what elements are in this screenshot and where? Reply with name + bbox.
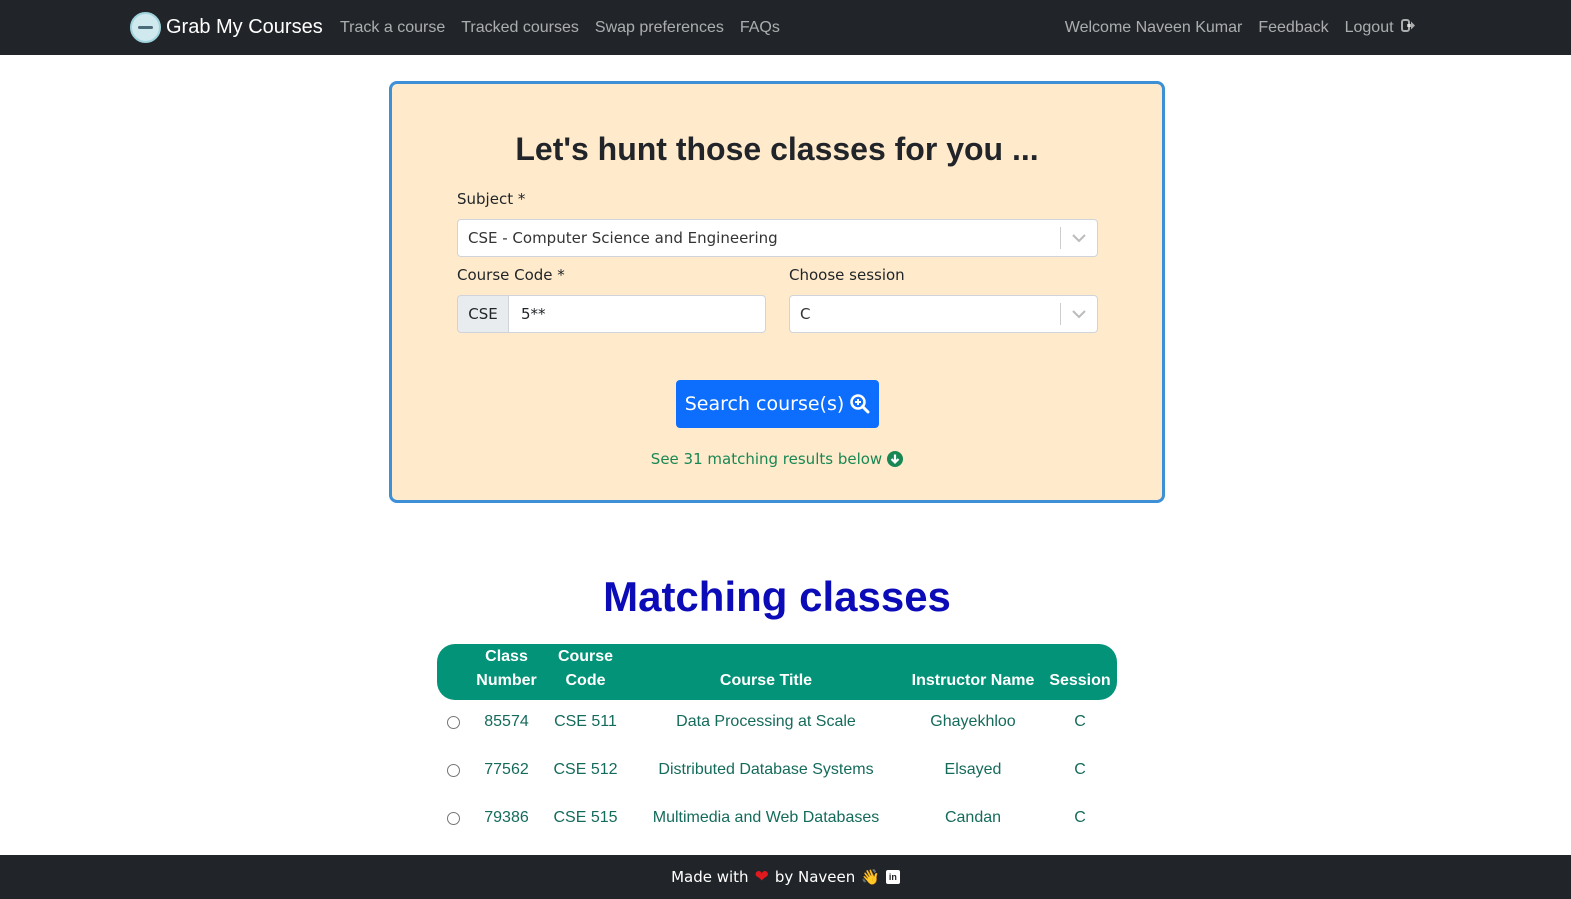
table-row[interactable]: 77562 CSE 512 Distributed Database Syste… <box>437 746 1117 794</box>
nav-feedback[interactable]: Feedback <box>1258 19 1328 37</box>
chevron-down-icon <box>1061 309 1097 319</box>
nav-logout[interactable]: Logout <box>1344 18 1416 37</box>
header-course-title: Course Title <box>719 672 813 689</box>
welcome-user[interactable]: Welcome Naveen Kumar <box>1065 19 1243 37</box>
matching-classes-title: Matching classes <box>603 573 951 620</box>
logout-icon <box>1401 18 1416 35</box>
header-class-number-line2: Number <box>476 672 537 689</box>
nav-track-course[interactable]: Track a course <box>340 19 445 37</box>
header-course-code: Course Code <box>548 645 623 693</box>
session-label: Choose session <box>789 266 905 284</box>
cell-course-title: Multimedia and Web Databases <box>652 809 880 826</box>
results-table-header: Class Number Course Code Course Title In… <box>437 644 1117 700</box>
cell-session: C <box>1074 809 1086 826</box>
row-radio[interactable] <box>446 763 460 777</box>
header-course-code-line1: Course <box>557 648 614 665</box>
brand-name: Grab My Courses <box>166 15 323 38</box>
wave-icon: 👋 <box>861 868 880 886</box>
course-code-input[interactable] <box>509 295 766 333</box>
session-value: C <box>800 305 811 323</box>
course-code-prefix: CSE <box>457 295 509 333</box>
linkedin-icon[interactable]: in <box>885 870 900 884</box>
cell-instructor: Candan <box>944 809 1002 826</box>
nav-links: Track a course Tracked courses Swap pref… <box>340 0 796 55</box>
header-course-code-line2: Code <box>565 672 606 689</box>
cell-session: C <box>1074 713 1086 730</box>
cell-class-number: 79386 <box>484 809 529 826</box>
search-button-label: Search course(s) <box>684 393 845 415</box>
arrow-circle-down-icon <box>887 451 904 467</box>
subject-select[interactable]: CSE - Computer Science and Engineering <box>457 219 1098 257</box>
cell-class-number: 85574 <box>484 713 529 730</box>
results-hint[interactable]: See 31 matching results below <box>392 450 1162 468</box>
subject-value: CSE - Computer Science and Engineering <box>468 229 778 247</box>
navbar: Grab My Courses Track a course Tracked c… <box>0 0 1571 55</box>
cell-course-code: CSE 515 <box>553 809 618 826</box>
nav-user: Welcome Naveen Kumar Feedback Logout <box>1049 0 1416 55</box>
nav-swap-preferences[interactable]: Swap preferences <box>595 19 724 37</box>
cell-instructor: Ghayekhloo <box>930 713 1016 730</box>
nav-tracked-courses[interactable]: Tracked courses <box>461 19 579 37</box>
chevron-down-icon <box>1061 233 1097 243</box>
header-class-number: Class Number <box>469 645 544 693</box>
cell-course-code: CSE 511 <box>554 713 617 730</box>
session-select[interactable]: C <box>789 295 1098 333</box>
header-instructor: Instructor Name <box>911 672 1035 689</box>
course-code-group: CSE <box>457 295 766 333</box>
cell-class-number: 77562 <box>484 761 529 778</box>
cell-course-title: Data Processing at Scale <box>676 713 856 730</box>
row-radio[interactable] <box>446 715 460 729</box>
search-card: Let's hunt those classes for you ... Sub… <box>389 81 1165 503</box>
logout-label: Logout <box>1344 18 1394 36</box>
brand-link[interactable]: Grab My Courses <box>130 11 323 43</box>
cell-instructor: Elsayed <box>944 761 1002 778</box>
cell-course-code: CSE 512 <box>553 761 618 778</box>
footer-by: by Naveen <box>774 868 856 886</box>
table-row[interactable]: 79386 CSE 515 Multimedia and Web Databas… <box>437 794 1117 842</box>
course-code-label: Course Code * <box>457 266 565 284</box>
footer-made-with: Made with <box>671 868 749 886</box>
subject-label: Subject * <box>457 190 526 208</box>
results-hint-text: See 31 matching results below <box>650 450 883 468</box>
table-row[interactable]: 85574 CSE 511 Data Processing at Scale G… <box>437 698 1117 746</box>
header-class-number-line1: Class <box>485 648 528 665</box>
nav-faqs[interactable]: FAQs <box>740 19 780 37</box>
zoom-in-icon <box>850 394 870 414</box>
cell-course-title: Distributed Database Systems <box>658 761 874 778</box>
row-radio[interactable] <box>446 811 460 825</box>
header-session: Session <box>1049 672 1111 689</box>
heart-icon: ❤ <box>754 867 769 887</box>
search-courses-button[interactable]: Search course(s) <box>676 380 879 428</box>
brand-logo-icon <box>130 11 161 43</box>
footer: Made with ❤ by Naveen 👋 in <box>0 855 1571 899</box>
search-title: Let's hunt those classes for you ... <box>515 131 1039 167</box>
cell-session: C <box>1074 761 1086 778</box>
